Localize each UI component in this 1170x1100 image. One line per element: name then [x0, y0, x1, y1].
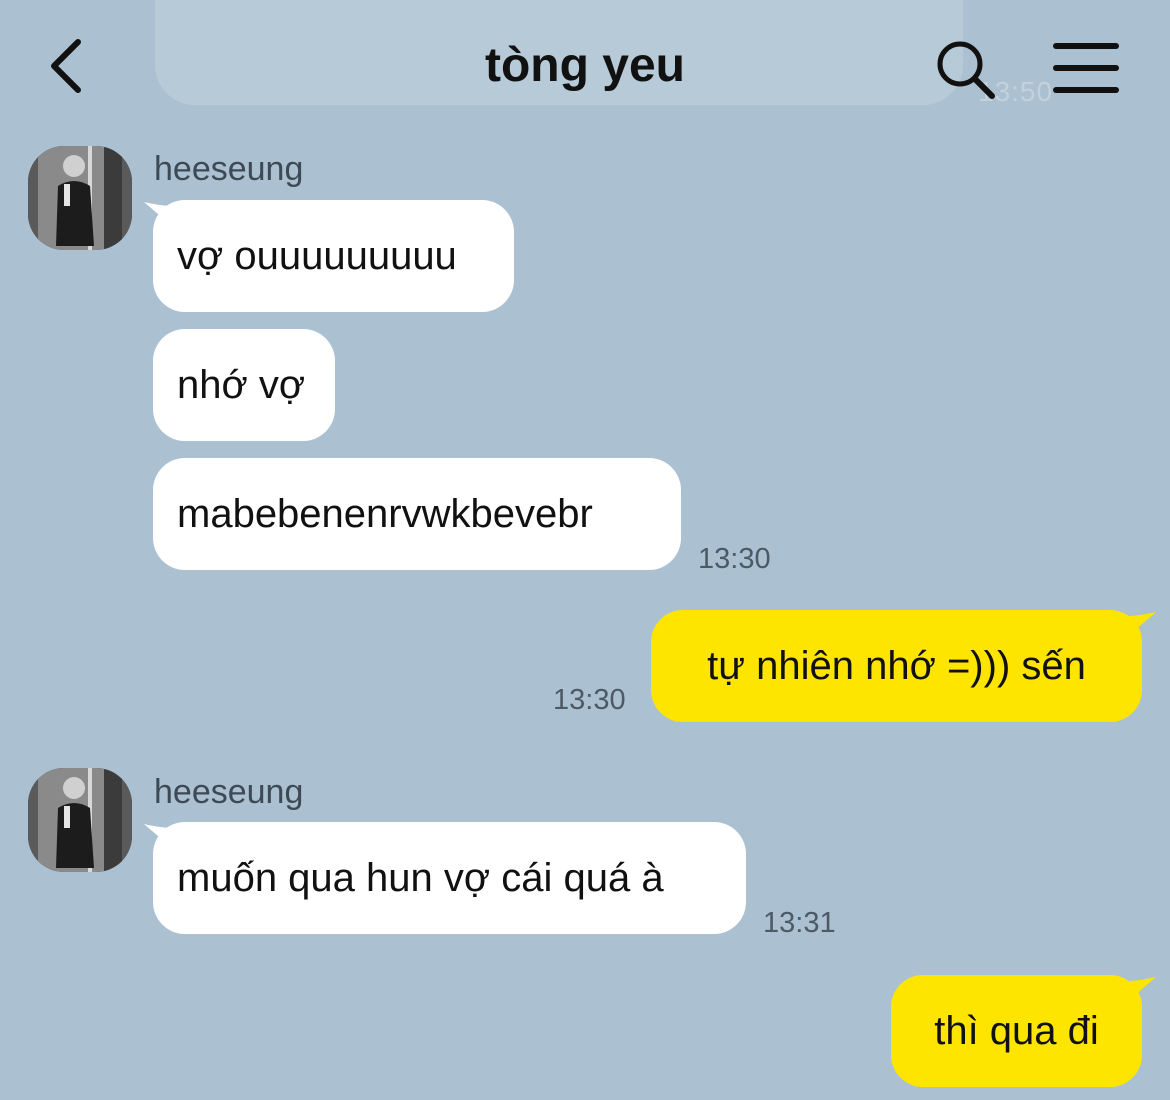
- search-icon[interactable]: [932, 36, 998, 102]
- avatar[interactable]: [28, 146, 132, 250]
- bubble-tail: [1126, 612, 1156, 638]
- sender-name: heeseung: [154, 773, 304, 811]
- message-bubble[interactable]: muốn qua hun vợ cái quá à: [153, 822, 746, 934]
- message-bubble[interactable]: tự nhiên nhớ =))) sến: [651, 610, 1142, 722]
- message-bubble[interactable]: thì qua đi: [891, 975, 1142, 1087]
- message-time: 13:30: [553, 684, 626, 716]
- hamburger-menu-icon[interactable]: [1052, 38, 1122, 98]
- message-bubble[interactable]: mabebenenrvwkbevebr: [153, 458, 681, 570]
- avatar[interactable]: [28, 768, 132, 872]
- chat-header: tòng yeu: [0, 0, 1170, 130]
- message-bubble[interactable]: nhớ vợ: [153, 329, 335, 441]
- bubble-tail: [1126, 977, 1156, 1003]
- message-bubble[interactable]: vợ ouuuuuuuuu: [153, 200, 514, 312]
- sender-name: heeseung: [154, 150, 304, 188]
- message-time: 13:31: [763, 907, 836, 939]
- avatar-photo: [28, 768, 132, 872]
- message-time: 13:30: [698, 543, 771, 575]
- avatar-photo: [28, 146, 132, 250]
